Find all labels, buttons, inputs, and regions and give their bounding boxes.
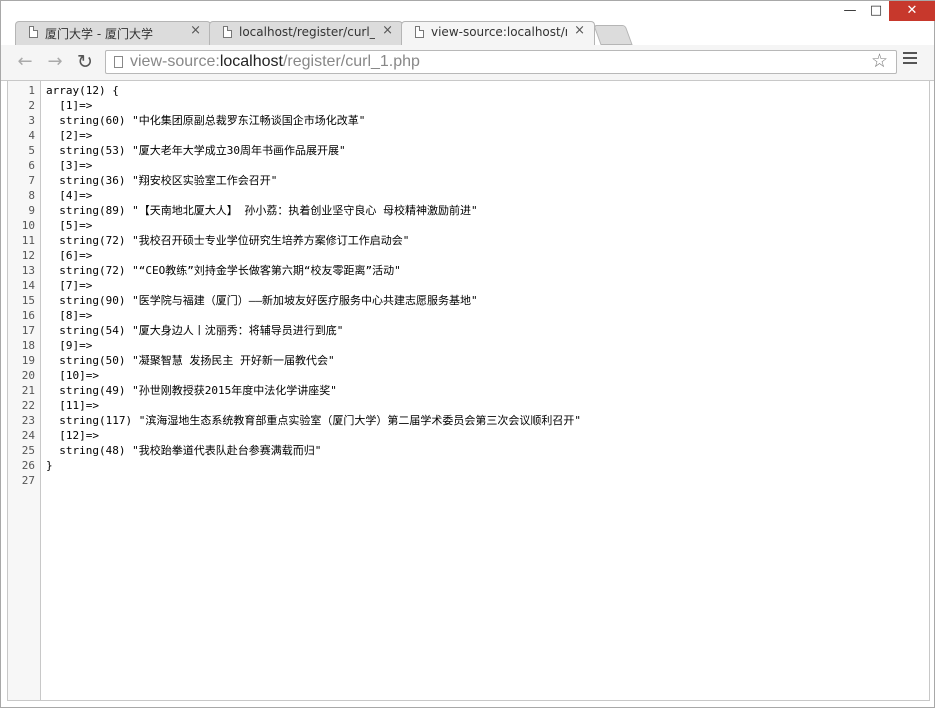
source-code-text: string(60) "中化集团原副总裁罗东江畅谈国企市场化改革" (46, 114, 366, 127)
line-number: 24 (21, 429, 35, 442)
page-icon (114, 56, 123, 68)
line-number: 18 (21, 339, 35, 352)
line-number: 10 (21, 219, 35, 232)
tab-curl[interactable]: localhost/register/curl_1 × (209, 21, 403, 45)
page-icon (415, 26, 424, 38)
forward-button[interactable]: → (43, 51, 67, 73)
url-text[interactable]: view-source:localhost/register/curl_1.ph… (130, 53, 420, 71)
source-code-text: array(12) { (46, 84, 119, 97)
source-code-text: string(36) "翔安校区实验室工作会召开" (46, 174, 278, 187)
maximize-button[interactable]: □ (863, 1, 889, 21)
line-number: 20 (21, 369, 35, 382)
line-number: 22 (21, 399, 35, 412)
tab-close-icon[interactable]: × (382, 23, 393, 38)
line-number: 12 (21, 249, 35, 262)
line-number: 9 (28, 204, 35, 217)
source-code-text: [9]=> (46, 339, 93, 352)
line-number: 27 (21, 474, 35, 487)
window-close-button[interactable]: ✕ (889, 1, 935, 21)
line-number: 23 (21, 414, 35, 427)
line-number: 25 (21, 444, 35, 457)
menu-icon[interactable] (903, 52, 917, 66)
line-number: 11 (21, 234, 35, 247)
source-code-text: string(72) "我校召开硕士专业学位研究生培养方案修订工作启动会" (46, 234, 410, 247)
source-code-text: [1]=> (46, 99, 93, 112)
line-number: 3 (28, 114, 35, 127)
line-number: 14 (21, 279, 35, 292)
line-number: 4 (28, 129, 35, 142)
line-number: 8 (28, 189, 35, 202)
source-code-text: [12]=> (46, 429, 99, 442)
page-icon (223, 26, 232, 38)
source-code-text: [2]=> (46, 129, 93, 142)
tab-title: 厦门大学 - 厦门大学 (45, 27, 153, 41)
source-code-text: string(50) "凝聚智慧 发扬民主 开好新一届教代会" (46, 354, 335, 367)
source-code-text: [5]=> (46, 219, 93, 232)
browser-window: 厦门大学 - 厦门大学 × localhost/register/curl_1 … (0, 0, 935, 708)
source-code-text: [6]=> (46, 249, 93, 262)
line-number: 6 (28, 159, 35, 172)
tab-view-source[interactable]: view-source:localhost/re × (401, 21, 595, 45)
line-number: 1 (28, 84, 35, 97)
source-code-text: string(89) "【天南地北厦大人】 孙小荔：执着创业坚守良心 母校精神激… (46, 204, 478, 217)
source-code-text: [4]=> (46, 189, 93, 202)
bookmark-star-icon[interactable]: ☆ (871, 50, 888, 72)
tab-title: view-source:localhost/re (431, 25, 567, 39)
source-code-text: [11]=> (46, 399, 99, 412)
source-code-text: string(54) "厦大身边人丨沈丽秀：将辅导员进行到底" (46, 324, 344, 337)
line-number: 26 (21, 459, 35, 472)
tab-close-icon[interactable]: × (190, 23, 201, 38)
line-number: 2 (28, 99, 35, 112)
source-code-text: string(72) "“CEO教练”刘持金学长做客第六期“校友零距离”活动" (46, 264, 401, 277)
source-code-text: [8]=> (46, 309, 93, 322)
source-code-text: string(117) "滨海湿地生态系统教育部重点实验室（厦门大学）第二届学术… (46, 414, 581, 427)
source-code-text: string(48) "我校跆拳道代表队赴台参赛满载而归" (46, 444, 322, 457)
source-code-text: [3]=> (46, 159, 93, 172)
tab-xmu[interactable]: 厦门大学 - 厦门大学 × (15, 21, 211, 45)
source-code-text: [10]=> (46, 369, 99, 382)
line-number: 7 (28, 174, 35, 187)
reload-button[interactable]: ↻ (73, 51, 97, 73)
source-code-text: string(49) "孙世刚教授获2015年度中法化学讲座奖" (46, 384, 337, 397)
line-number: 5 (28, 144, 35, 157)
source-code-text: string(53) "厦大老年大学成立30周年书画作品展开展" (46, 144, 346, 157)
back-button[interactable]: ← (13, 51, 37, 73)
source-view: 1 array(12) { 2 [1]=> 3 string(60) "中化集团原副总… (7, 81, 930, 701)
address-bar[interactable]: view-source:localhost/register/curl_1.ph… (105, 50, 897, 74)
tab-title: localhost/register/curl_1 (239, 25, 375, 39)
line-number: 16 (21, 309, 35, 322)
line-number: 13 (21, 264, 35, 277)
line-number: 21 (21, 384, 35, 397)
line-number: 17 (21, 324, 35, 337)
title-bar: 厦门大学 - 厦门大学 × localhost/register/curl_1 … (1, 1, 935, 46)
tab-close-icon[interactable]: × (574, 23, 585, 38)
toolbar: ← → ↻ view-source:localhost/register/cur… (1, 45, 934, 81)
new-tab-button[interactable] (593, 25, 633, 45)
line-number: 15 (21, 294, 35, 307)
source-code-text: } (46, 459, 53, 472)
page-icon (29, 26, 38, 38)
minimize-button[interactable]: — (837, 1, 863, 21)
source-code-text: [7]=> (46, 279, 93, 292)
source-code-text: string(90) "医学院与福建（厦门）——新加坡友好医疗服务中心共建志愿服… (46, 294, 478, 307)
line-number: 19 (21, 354, 35, 367)
